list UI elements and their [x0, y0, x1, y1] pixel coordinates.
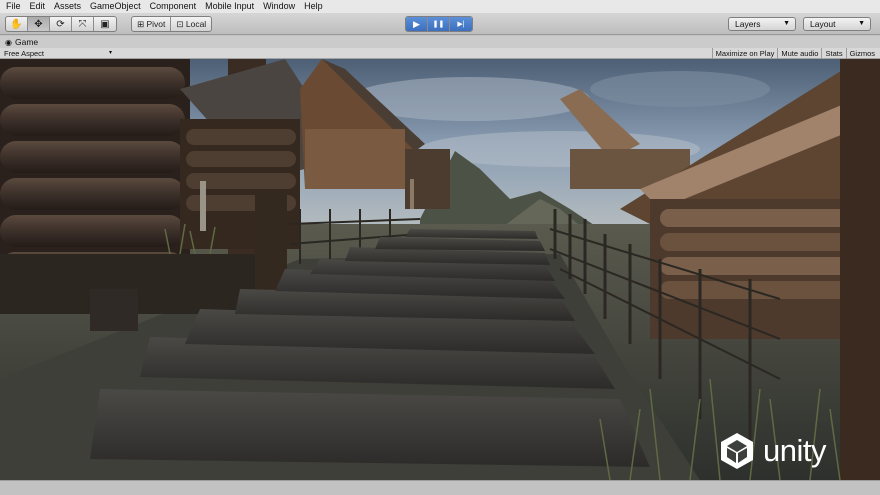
- step-icon: ▶|: [457, 21, 465, 28]
- menu-component[interactable]: Component: [150, 0, 197, 13]
- pivot-label: Pivot: [146, 19, 166, 29]
- move-tool-button[interactable]: ✥: [28, 17, 50, 31]
- play-button[interactable]: ▶: [406, 17, 428, 31]
- menu-gameobject[interactable]: GameObject: [90, 0, 141, 13]
- play-icon: ▶: [413, 18, 420, 29]
- rect-icon: ▣: [100, 18, 110, 30]
- menu-mobile-input[interactable]: Mobile Input: [205, 0, 254, 13]
- menu-help[interactable]: Help: [304, 0, 323, 13]
- toolbar: ✋ ✥ ⟳ ⤧ ▣ ⊞ Pivot ⊡ Local ▶ ❚❚ ▶| Layers…: [0, 13, 880, 35]
- unity-logo-icon: [721, 433, 753, 469]
- hand-icon: ✋: [10, 18, 23, 30]
- game-view-bar: Free Aspect ▾ Maximize on Play Mute audi…: [0, 48, 880, 59]
- chevron-down-icon: ▼: [858, 20, 865, 27]
- mute-audio-toggle[interactable]: Mute audio: [777, 48, 821, 59]
- step-button[interactable]: ▶|: [450, 17, 472, 31]
- pivot-button[interactable]: ⊞ Pivot: [132, 17, 172, 31]
- layout-dropdown[interactable]: Layout ▼: [803, 17, 871, 31]
- pause-button[interactable]: ❚❚: [428, 17, 450, 31]
- local-icon: ⊡: [176, 18, 186, 29]
- pause-icon: ❚❚: [432, 21, 445, 28]
- local-button[interactable]: ⊡ Local: [171, 17, 211, 31]
- unity-wordmark: unity: [763, 433, 826, 468]
- stats-toggle[interactable]: Stats: [821, 48, 845, 59]
- gizmos-dropdown[interactable]: Gizmos: [845, 48, 878, 59]
- local-label: Local: [185, 19, 207, 29]
- tab-game-label: Game: [14, 37, 39, 47]
- scale-icon: ⤧: [78, 18, 87, 30]
- layers-label: Layers: [735, 19, 761, 29]
- menu-window[interactable]: Window: [263, 0, 295, 13]
- aspect-dropdown[interactable]: Free Aspect ▾: [4, 48, 114, 59]
- rotate-icon: ⟳: [56, 18, 65, 30]
- game-viewport[interactable]: unity: [0, 59, 880, 480]
- transform-tools: ✋ ✥ ⟳ ⤧ ▣: [5, 16, 117, 32]
- menu-edit[interactable]: Edit: [30, 0, 46, 13]
- layers-dropdown[interactable]: Layers ▼: [728, 17, 796, 31]
- tab-bar: ◉ Game: [0, 36, 880, 48]
- rotate-tool-button[interactable]: ⟳: [50, 17, 72, 31]
- play-controls: ▶ ❚❚ ▶|: [405, 16, 473, 32]
- game-scene: [0, 59, 880, 480]
- move-icon: ✥: [34, 18, 43, 30]
- tab-game[interactable]: ◉ Game: [5, 37, 38, 47]
- chevron-down-icon: ▾: [108, 50, 112, 56]
- menu-bar: File Edit Assets GameObject Component Mo…: [0, 0, 880, 13]
- gamepad-icon: ◉: [5, 37, 12, 47]
- pivot-local-toggle: ⊞ Pivot ⊡ Local: [131, 16, 213, 32]
- pivot-icon: ⊞: [137, 18, 147, 29]
- maximize-on-play-toggle[interactable]: Maximize on Play: [711, 48, 778, 59]
- rect-tool-button[interactable]: ▣: [94, 17, 116, 31]
- unity-watermark: unity: [717, 431, 826, 471]
- hand-tool-button[interactable]: ✋: [6, 17, 28, 31]
- scale-tool-button[interactable]: ⤧: [72, 17, 94, 31]
- status-bar: [0, 480, 880, 495]
- layout-label: Layout: [810, 19, 836, 29]
- menu-file[interactable]: File: [6, 0, 21, 13]
- chevron-down-icon: ▼: [783, 20, 790, 27]
- aspect-label: Free Aspect: [4, 49, 45, 58]
- menu-assets[interactable]: Assets: [54, 0, 81, 13]
